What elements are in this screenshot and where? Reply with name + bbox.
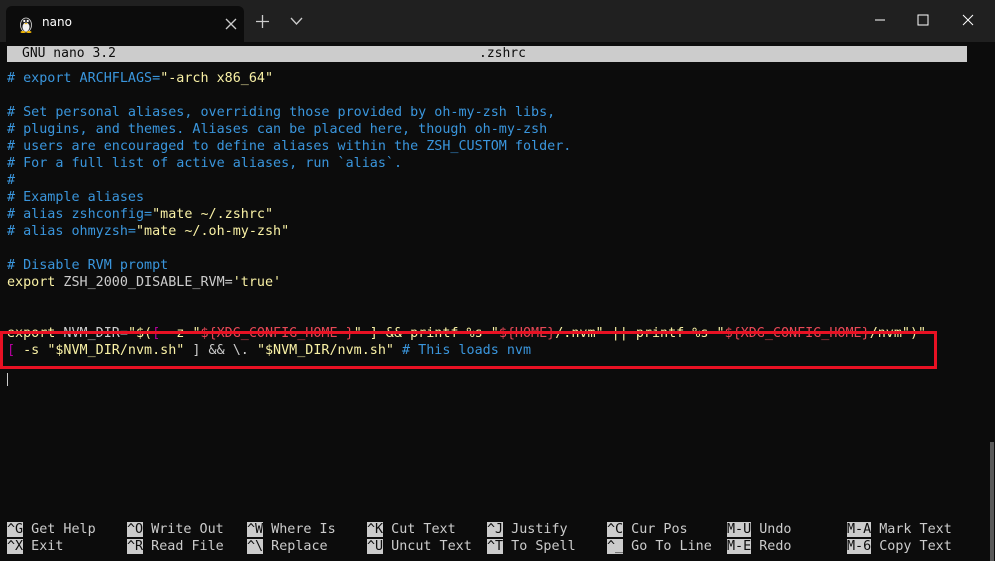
code-token: # plugins, and themes. Aliases can be pl… — [7, 122, 548, 137]
editor-line[interactable]: # users are encouraged to define aliases… — [7, 138, 571, 155]
shortcut-key: M-U — [727, 522, 752, 537]
code-token: # For a full list of active aliases, run… — [7, 156, 403, 171]
shortcut-label: Exit — [23, 539, 64, 554]
tab-nano[interactable]: nano — [6, 6, 244, 42]
shortcut-label: Uncut Text — [383, 539, 472, 554]
shortcut-label: Justify — [503, 522, 568, 537]
shortcut-item: ^W Where Is — [247, 521, 336, 538]
shortcut-label: Mark Text — [871, 522, 952, 537]
window-close-icon[interactable] — [962, 14, 974, 26]
editor-line[interactable]: # alias zshconfig="mate ~/.zshrc" — [7, 206, 273, 223]
editor-line[interactable]: # alias ohmyzsh="mate ~/.oh-my-zsh" — [7, 223, 289, 240]
close-icon[interactable] — [224, 17, 238, 31]
code-token: ZSH_2000_DISABLE_RVM= — [55, 275, 233, 290]
shortcut-item: ^_ Go To Line — [607, 538, 712, 555]
shortcut-key: ^J — [487, 522, 504, 537]
editor-line[interactable]: # Disable RVM prompt — [7, 257, 168, 274]
editor-line[interactable]: # plugins, and themes. Aliases can be pl… — [7, 121, 547, 138]
nano-header-bar: GNU nano 3.2 .zshrc — [7, 46, 967, 62]
minimize-icon[interactable] — [874, 14, 886, 26]
code-token: # users are encouraged to define aliases… — [7, 139, 572, 154]
shortcut-label: Cur Pos — [623, 522, 688, 537]
code-token: # Disable RVM prompt — [7, 258, 169, 273]
editor-line[interactable]: # Example aliases — [7, 189, 144, 206]
shortcut-item: ^C Cur Pos — [607, 521, 688, 538]
shortcut-item: M-E Redo — [727, 538, 792, 555]
editor-line[interactable]: # — [7, 172, 15, 189]
code-token: export — [7, 275, 56, 290]
shortcut-item: ^U Uncut Text — [367, 538, 472, 555]
shortcut-label: Get Help — [23, 522, 96, 537]
shortcut-label: Cut Text — [383, 522, 456, 537]
shortcut-label: Write Out — [143, 522, 224, 537]
nano-version: GNU nano 3.2 — [22, 46, 116, 61]
code-token: # export ARCHFLAGS= — [7, 71, 161, 86]
code-token: 'true' — [232, 275, 282, 290]
shortcut-key: ^U — [367, 539, 384, 554]
shortcut-item: ^T To Spell — [487, 538, 576, 555]
shortcut-label: To Spell — [503, 539, 576, 554]
linux-tux-icon — [20, 17, 32, 33]
shortcut-label: Where Is — [263, 522, 336, 537]
editor-line[interactable]: export ZSH_2000_DISABLE_RVM='true' — [7, 274, 281, 291]
shortcut-label: Read File — [143, 539, 224, 554]
shortcut-key: ^\ — [247, 539, 264, 554]
shortcut-key: ^G — [7, 522, 24, 537]
highlight-annotation-box — [0, 331, 937, 369]
shortcut-key: ^W — [247, 522, 264, 537]
code-token: # Example aliases — [7, 190, 145, 205]
chevron-down-icon[interactable] — [290, 16, 303, 26]
shortcut-label: Go To Line — [623, 539, 712, 554]
plus-icon[interactable] — [255, 14, 270, 29]
maximize-icon[interactable] — [917, 14, 929, 26]
code-token: "-arch x86_64" — [160, 71, 274, 86]
editor-line[interactable]: # For a full list of active aliases, run… — [7, 155, 402, 172]
shortcut-item: ^G Get Help — [7, 521, 96, 538]
shortcut-item: ^X Exit — [7, 538, 63, 555]
code-token: # alias zshconfig= — [7, 207, 153, 222]
shortcut-key: M-6 — [847, 539, 872, 554]
shortcut-key: ^O — [127, 522, 144, 537]
shortcut-item: M-6 Copy Text — [847, 538, 952, 555]
shortcut-item: M-A Mark Text — [847, 521, 952, 538]
shortcut-label: Redo — [751, 539, 792, 554]
shortcut-item: ^O Write Out — [127, 521, 224, 538]
shortcut-label: Undo — [751, 522, 792, 537]
shortcut-key: ^C — [607, 522, 624, 537]
tab-title: nano — [42, 15, 72, 29]
code-token: # — [7, 173, 16, 188]
shortcut-key: ^R — [127, 539, 144, 554]
shortcut-key: ^T — [487, 539, 504, 554]
editor-line[interactable]: # Set personal aliases, overriding those… — [7, 104, 555, 121]
shortcut-key: M-A — [847, 522, 872, 537]
text-cursor — [7, 373, 8, 386]
shortcut-label: Replace — [263, 539, 328, 554]
code-token: "mate ~/.zshrc" — [152, 207, 274, 222]
shortcut-item: ^J Justify — [487, 521, 568, 538]
code-token: # alias ohmyzsh= — [7, 224, 136, 239]
shortcut-key: M-E — [727, 539, 752, 554]
code-token: # Set personal aliases, overriding those… — [7, 105, 556, 120]
code-token: "mate ~/.oh-my-zsh" — [136, 224, 290, 239]
shortcut-item: ^R Read File — [127, 538, 224, 555]
shortcut-key: ^X — [7, 539, 24, 554]
shortcut-key: ^_ — [607, 539, 624, 554]
terminal-area[interactable]: GNU nano 3.2 .zshrc # export ARCHFLAGS="… — [0, 42, 995, 561]
shortcut-item: M-U Undo — [727, 521, 792, 538]
shortcut-key: ^K — [367, 522, 384, 537]
title-bar: nano — [0, 0, 995, 42]
shortcut-item: ^K Cut Text — [367, 521, 456, 538]
shortcut-label: Copy Text — [871, 539, 952, 554]
editor-line[interactable]: # export ARCHFLAGS="-arch x86_64" — [7, 70, 273, 87]
file-name: .zshrc — [479, 46, 526, 61]
shortcut-item: ^\ Replace — [247, 538, 328, 555]
scrollbar[interactable] — [990, 442, 994, 561]
